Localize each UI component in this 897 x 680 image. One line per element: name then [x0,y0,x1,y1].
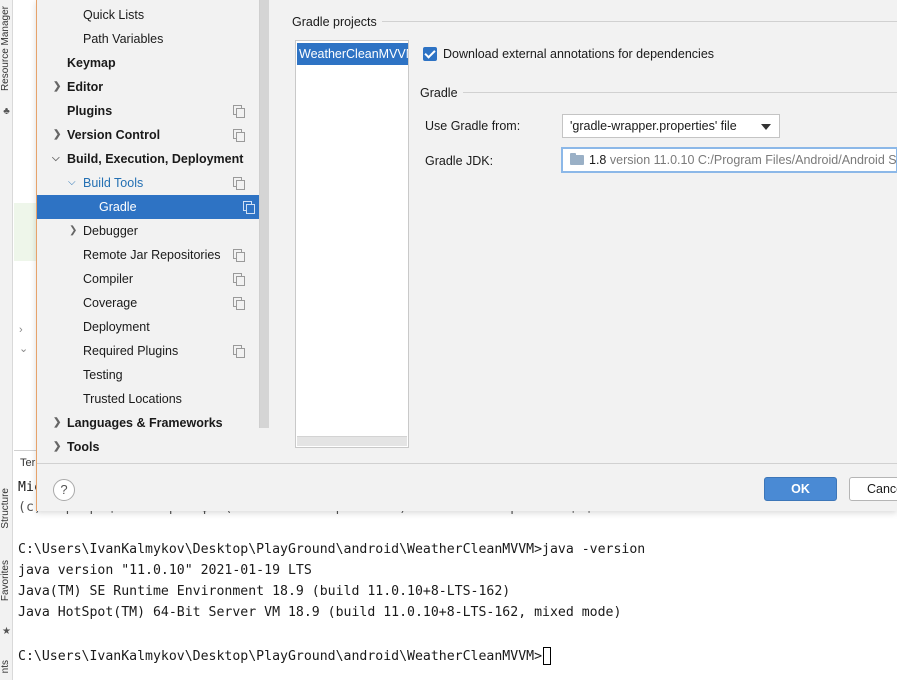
gradle-projects-title: Gradle projects [292,15,377,29]
gradle-jdk-label: Gradle JDK: [425,154,494,168]
tree-item-trusted-locations[interactable]: Trusted Locations [37,387,259,411]
separator [463,92,897,93]
separator [382,21,897,22]
tree-item-debugger[interactable]: ❯ Debugger [37,219,259,243]
project-settings-icon [243,201,255,214]
cancel-button[interactable]: Cancel [849,477,897,501]
favorites-tab[interactable]: Favorites [0,560,13,601]
tree-item-compiler[interactable]: Compiler [37,267,259,291]
help-button[interactable]: ? [53,479,75,501]
terminal-prompt-2[interactable]: C:\Users\IvanKalmykov\Desktop\PlayGround… [18,647,552,665]
tree-item-languages-frameworks[interactable]: ❯ Languages & Frameworks [37,411,259,435]
terminal-tab[interactable]: Ter [20,457,35,469]
bottom-tool-tab[interactable]: nts [0,660,13,673]
chevron-down-icon[interactable]: ⌵ [52,147,60,171]
project-settings-icon [233,273,245,286]
favorites-star-icon: ★ [2,626,11,637]
project-settings-icon [233,105,245,118]
fold-arrow-down-icon[interactable]: ⌄ [19,342,28,355]
resource-manager-icon: ♣ [3,106,10,117]
use-gradle-from-label: Use Gradle from: [425,119,521,133]
tree-item-keymap[interactable]: Keymap [37,51,259,75]
terminal-output-3: Java HotSpot(TM) 64-Bit Server VM 18.9 (… [18,605,622,620]
terminal-output-1: java version "11.0.10" 2021-01-19 LTS [18,563,312,578]
tree-item-testing[interactable]: Testing [37,363,259,387]
settings-dialog: Quick Lists Path Variables Keymap ❯ Edito… [36,0,897,511]
gradle-projects-list[interactable]: WeatherCleanMVVM [295,40,409,448]
project-settings-icon [233,249,245,262]
dialog-footer: ? OK Cancel [37,463,897,511]
dropdown-arrow-icon [761,124,771,130]
chevron-right-icon[interactable]: ❯ [53,75,61,99]
tree-item-editor[interactable]: ❯ Editor [37,75,259,99]
gradle-jdk-version: 1.8 [589,153,607,167]
project-settings-icon [233,297,245,310]
tree-item-coverage[interactable]: Coverage [37,291,259,315]
use-gradle-from-value: 'gradle-wrapper.properties' file [570,119,737,133]
tree-item-gradle[interactable]: Gradle [37,195,269,219]
terminal-prompt-text: C:\Users\IvanKalmykov\Desktop\PlayGround… [18,649,543,664]
tree-scrollbar[interactable] [259,0,269,428]
tree-item-version-control[interactable]: ❯ Version Control [37,123,259,147]
tree-item-plugins[interactable]: Plugins [37,99,259,123]
project-settings-icon [233,129,245,142]
chevron-right-icon[interactable]: ❯ [53,123,61,147]
tree-item-path-variables[interactable]: Path Variables [37,27,259,51]
chevron-right-icon[interactable]: ❯ [53,435,61,459]
tree-item-quick-lists[interactable]: Quick Lists [37,3,259,27]
project-settings-icon [233,345,245,358]
projects-list-scrollbar[interactable] [297,436,407,446]
editor-highlight [14,203,36,261]
settings-tree: Quick Lists Path Variables Keymap ❯ Edito… [37,0,269,463]
gradle-section-title: Gradle [420,86,458,100]
use-gradle-from-dropdown[interactable]: 'gradle-wrapper.properties' file [562,114,780,138]
tree-item-tools[interactable]: ❯ Tools [37,435,259,459]
chevron-down-icon[interactable]: ⌵ [68,171,76,195]
project-item-weathercleanmvvm[interactable]: WeatherCleanMVVM [297,43,408,65]
structure-tab[interactable]: Structure [0,488,13,529]
folder-icon [570,153,584,165]
terminal-prompt-1: C:\Users\IvanKalmykov\Desktop\PlayGround… [18,542,646,557]
download-annotations-label[interactable]: Download external annotations for depend… [443,47,714,61]
ok-button[interactable]: OK [764,477,837,501]
tree-item-build-tools[interactable]: ⌵ Build Tools [37,171,259,195]
chevron-right-icon[interactable]: ❯ [53,411,61,435]
resource-manager-tab[interactable]: Resource Manager [0,6,13,91]
terminal-cursor [543,647,552,665]
tree-item-required-plugins[interactable]: Required Plugins [37,339,259,363]
gradle-jdk-detail: version 11.0.10 C:/Program Files/Android… [609,153,897,167]
tree-item-remote-jar-repositories[interactable]: Remote Jar Repositories [37,243,259,267]
project-settings-icon [233,177,245,190]
fold-arrow-icon[interactable]: › [19,324,23,336]
gradle-settings-panel: Gradle projects WeatherCleanMVVM Downloa… [270,0,897,463]
tree-item-deployment[interactable]: Deployment [37,315,259,339]
chevron-right-icon[interactable]: ❯ [69,219,77,243]
terminal-output-2: Java(TM) SE Runtime Environment 18.9 (bu… [18,584,511,599]
gradle-jdk-dropdown[interactable]: 1.8 version 11.0.10 C:/Program Files/And… [561,147,897,173]
tree-item-build-execution-deployment[interactable]: ⌵ Build, Execution, Deployment [37,147,259,171]
download-annotations-checkbox[interactable] [423,47,437,61]
